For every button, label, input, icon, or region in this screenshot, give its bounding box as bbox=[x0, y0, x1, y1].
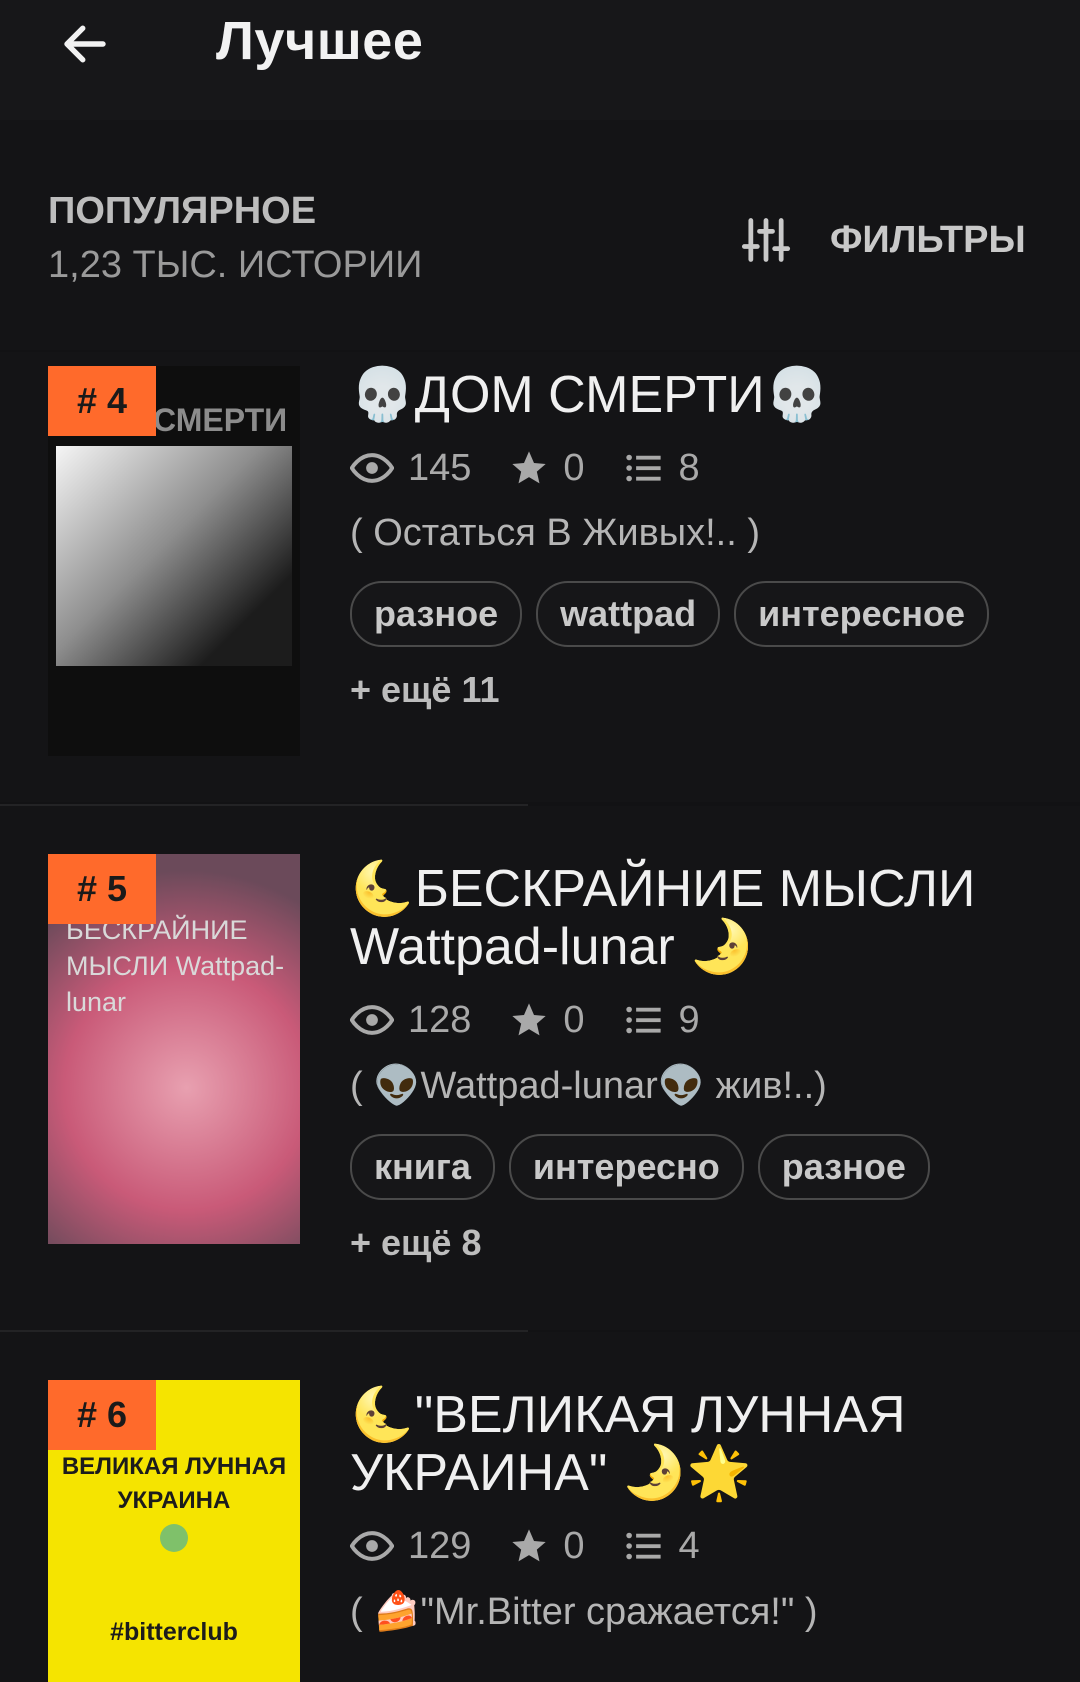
story-stats: 145 0 8 bbox=[350, 446, 1050, 490]
tag-list: книга интересно разное bbox=[350, 1134, 1050, 1200]
story-stats: 129 0 4 bbox=[350, 1524, 1050, 1568]
parts-stat: 4 bbox=[623, 1525, 700, 1568]
tag-chip[interactable]: разное bbox=[757, 1134, 930, 1200]
tag-list: разное wattpad интересное bbox=[350, 581, 1050, 647]
votes-stat: 0 bbox=[509, 998, 585, 1042]
votes-count: 0 bbox=[563, 1524, 585, 1567]
list-icon bbox=[625, 1532, 661, 1560]
eye-icon bbox=[350, 1531, 394, 1561]
parts-count: 4 bbox=[678, 1524, 700, 1567]
story-title[interactable]: 🌜"ВЕЛИКАЯ ЛУННАЯ УКРАИНА" 🌛🌟 bbox=[350, 1386, 1050, 1502]
star-icon bbox=[512, 451, 547, 484]
votes-count: 0 bbox=[563, 998, 585, 1041]
parts-count: 9 bbox=[678, 998, 700, 1041]
story-info: 🌜"ВЕЛИКАЯ ЛУННАЯ УКРАИНА" 🌛🌟 129 0 4 ( 🍰… bbox=[350, 1386, 1050, 1634]
eye-icon bbox=[350, 1005, 394, 1035]
views-stat: 129 bbox=[350, 1524, 471, 1568]
filters-button[interactable]: ФИЛЬТРЫ bbox=[740, 210, 1026, 270]
star-icon bbox=[512, 1003, 547, 1036]
parts-count: 8 bbox=[678, 446, 700, 489]
story-title[interactable]: 🌜БЕСКРАЙНИЕ МЫСЛИ Wattpad-lunar 🌛 bbox=[350, 860, 1050, 976]
cover-image bbox=[56, 446, 292, 666]
cover-hashtag: #bitterclub bbox=[110, 1618, 238, 1646]
more-tags-link[interactable]: + ещё 8 bbox=[350, 1222, 1050, 1264]
top-app-bar: Лучшее bbox=[0, 0, 1080, 120]
story-cover[interactable]: СМЕРТИ # 4 bbox=[48, 366, 300, 756]
story-cover[interactable]: БЕСКРАЙНИЕ МЫСЛИ Wattpad-lunar # 5 bbox=[48, 854, 300, 1244]
back-arrow-icon bbox=[64, 25, 106, 63]
list-icon bbox=[625, 1006, 661, 1034]
views-stat: 145 bbox=[350, 446, 471, 490]
views-stat: 128 bbox=[350, 998, 471, 1042]
tag-chip[interactable]: интересно bbox=[508, 1134, 744, 1200]
cover-title: ВЕЛИКАЯ ЛУННАЯ УКРАИНА bbox=[61, 1453, 287, 1514]
votes-stat: 0 bbox=[509, 1524, 585, 1568]
story-item[interactable]: БЕСКРАЙНИЕ МЫСЛИ Wattpad-lunar # 5 🌜БЕСК… bbox=[0, 806, 1080, 1330]
story-count: 1,23 ТЫС. ИСТОРИИ bbox=[48, 244, 423, 286]
story-item[interactable]: ВЕЛИКАЯ ЛУННАЯ УКРАИНА #bitterclub # 6 🌜… bbox=[0, 1332, 1080, 1682]
cover-title: БЕСКРАЙНИЕ МЫСЛИ Wattpad-lunar bbox=[66, 915, 285, 1017]
story-tagline: ( Остаться В Живых!.. ) bbox=[350, 512, 760, 554]
story-cover[interactable]: ВЕЛИКАЯ ЛУННАЯ УКРАИНА #bitterclub # 6 bbox=[48, 1380, 300, 1682]
votes-stat: 0 bbox=[509, 446, 585, 490]
back-button[interactable] bbox=[55, 14, 115, 74]
filters-label: ФИЛЬТРЫ bbox=[830, 218, 1026, 261]
parts-stat: 8 bbox=[623, 447, 700, 490]
parts-stat: 9 bbox=[623, 999, 700, 1042]
story-tagline: ( 🍰"Mr.Bitter сражается!" ) bbox=[350, 1591, 818, 1633]
views-count: 129 bbox=[408, 1524, 472, 1567]
rank-badge: # 4 bbox=[48, 366, 156, 436]
story-item[interactable]: СМЕРТИ # 4 💀ДОМ СМЕРТИ💀 145 0 8 ( Остать… bbox=[0, 352, 1080, 802]
views-count: 145 bbox=[408, 446, 472, 489]
more-tags-link[interactable]: + ещё 11 bbox=[350, 669, 1050, 711]
cover-title: СМЕРТИ bbox=[153, 402, 288, 438]
story-title[interactable]: 💀ДОМ СМЕРТИ💀 bbox=[350, 366, 1050, 424]
tag-chip[interactable]: wattpad bbox=[536, 581, 721, 647]
votes-count: 0 bbox=[563, 446, 585, 489]
filter-sliders-icon bbox=[741, 218, 791, 262]
page-title: Лучшее bbox=[216, 11, 424, 71]
views-count: 128 bbox=[408, 998, 472, 1041]
star-icon bbox=[512, 1529, 547, 1562]
tag-chip[interactable]: интересное bbox=[734, 581, 989, 647]
story-stats: 128 0 9 bbox=[350, 998, 1050, 1042]
rank-badge: # 5 bbox=[48, 854, 156, 924]
story-info: 💀ДОМ СМЕРТИ💀 145 0 8 ( Остаться В Живых!… bbox=[350, 366, 1050, 711]
story-info: 🌜БЕСКРАЙНИЕ МЫСЛИ Wattpad-lunar 🌛 128 0 … bbox=[350, 860, 1050, 1264]
story-tagline: ( 👽Wattpad-lunar👽 жив!..) bbox=[350, 1065, 827, 1107]
section-title: ПОПУЛЯРНОЕ bbox=[48, 190, 317, 232]
eye-icon bbox=[350, 453, 394, 483]
rank-badge: # 6 bbox=[48, 1380, 156, 1450]
list-icon bbox=[625, 454, 661, 482]
tag-chip[interactable]: разное bbox=[350, 581, 523, 647]
alien-icon bbox=[160, 1524, 188, 1552]
tag-chip[interactable]: книга bbox=[350, 1134, 495, 1200]
